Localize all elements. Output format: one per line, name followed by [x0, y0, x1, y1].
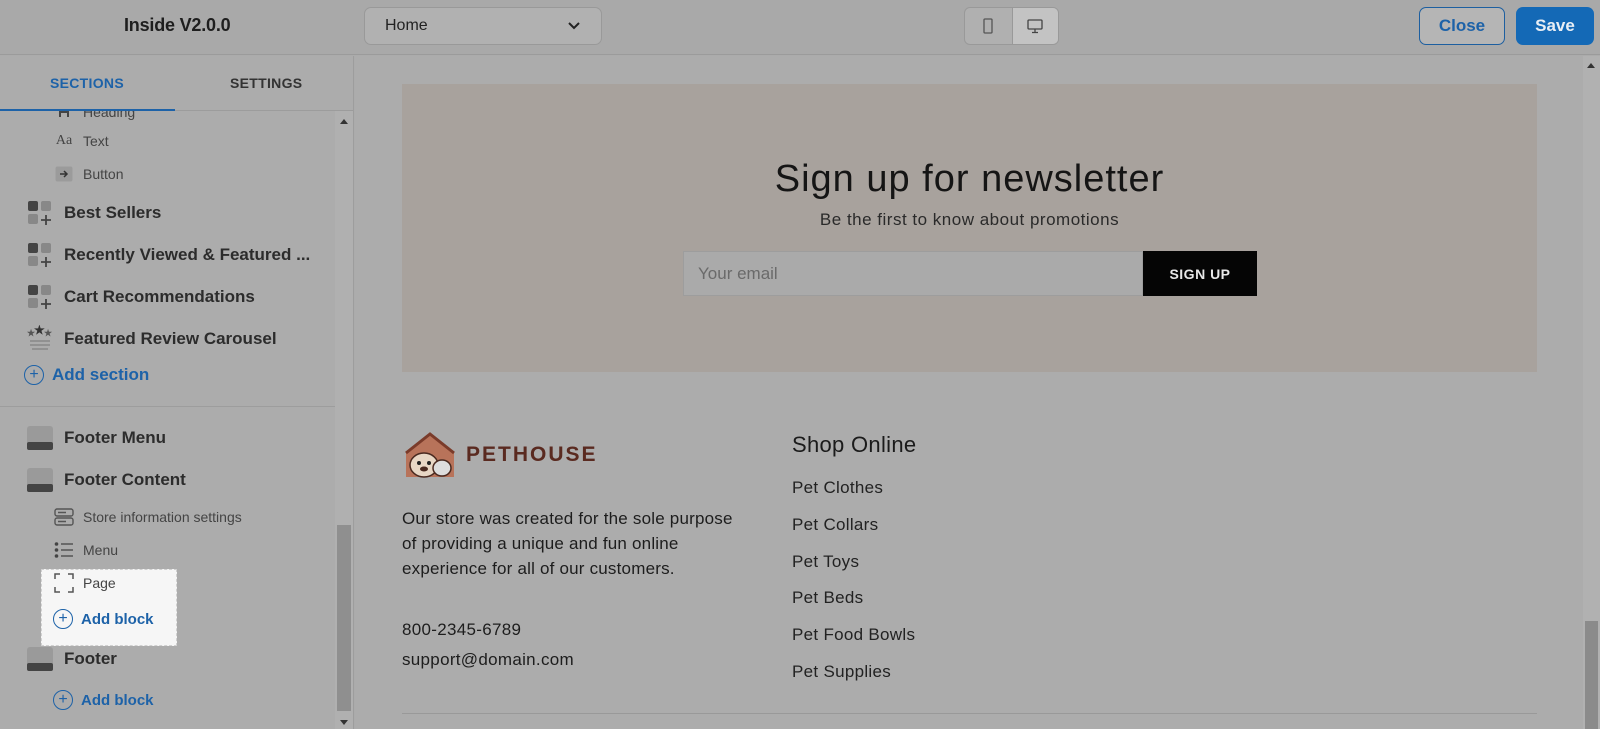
save-button[interactable]: Save — [1516, 7, 1594, 45]
signup-button[interactable]: SIGN UP — [1143, 251, 1257, 296]
mobile-view-button[interactable] — [965, 8, 1012, 44]
section-add-icon — [26, 283, 54, 311]
section-item-cart-recommendations[interactable]: Cart Recommendations — [26, 283, 255, 311]
footer-add-block-button[interactable]: + Add block — [53, 690, 154, 710]
section-item-label: Best Sellers — [64, 203, 162, 222]
desktop-icon — [1027, 18, 1043, 33]
heading-icon — [54, 111, 74, 122]
footer-link-pet-collars[interactable]: Pet Collars — [792, 515, 878, 535]
page-select[interactable]: Home — [364, 7, 602, 45]
svg-text:★: ★ — [44, 328, 53, 338]
section-item-label: Recently Viewed & Featured ... — [64, 245, 311, 264]
page-preview: Sign up for newsletter Be the first to k… — [355, 56, 1600, 729]
block-item-label: Text — [83, 133, 109, 149]
add-section-label: Add section — [52, 365, 150, 384]
footer-icon — [26, 645, 54, 673]
plus-circle-icon: + — [24, 365, 44, 385]
footer-link-pet-food-bowls[interactable]: Pet Food Bowls — [792, 625, 915, 645]
section-item-label: Featured Review Carousel — [64, 329, 277, 348]
add-block-label: Add block — [81, 610, 154, 628]
page-select-value: Home — [385, 17, 428, 34]
store-phone: 800-2345-6789 — [402, 620, 522, 639]
section-add-icon — [26, 241, 54, 269]
close-button[interactable]: Close — [1419, 7, 1505, 45]
page-icon — [54, 573, 74, 593]
footer-link-pet-toys[interactable]: Pet Toys — [792, 552, 859, 572]
chevron-down-icon — [568, 22, 580, 30]
block-item-store-information[interactable]: Store information settings — [54, 507, 242, 527]
menu-list-icon — [54, 540, 74, 560]
preview-scrollbar-thumb[interactable] — [1585, 621, 1598, 729]
section-item-label: Footer Menu — [64, 428, 166, 447]
scroll-up-arrow-icon[interactable] — [340, 119, 348, 124]
device-toggle — [964, 7, 1059, 45]
top-bar: Inside V2.0.0 Home Close Save — [0, 0, 1600, 55]
app-title: Inside V2.0.0 — [124, 15, 231, 35]
section-item-best-sellers[interactable]: Best Sellers — [26, 199, 161, 227]
scroll-up-arrow-icon[interactable] — [1587, 63, 1595, 68]
add-block-button[interactable]: + Add block — [53, 609, 154, 629]
block-item-heading[interactable]: Heading — [54, 111, 135, 122]
text-icon: Aa — [55, 133, 73, 148]
desktop-view-button[interactable] — [1011, 8, 1058, 44]
newsletter-title: Sign up for newsletter — [774, 158, 1165, 200]
footer-icon — [26, 424, 54, 452]
section-item-label: Cart Recommendations — [64, 287, 255, 306]
plus-circle-icon: + — [53, 690, 73, 710]
footer-link-pet-clothes[interactable]: Pet Clothes — [792, 478, 883, 498]
newsletter-subtitle: Be the first to know about promotions — [819, 210, 1120, 229]
plus-circle-icon: + — [53, 609, 73, 629]
add-section-button[interactable]: + Add section — [24, 365, 149, 385]
newsletter-email-input[interactable]: Your email — [683, 251, 1143, 296]
brand-logo[interactable]: PETHOUSE — [402, 431, 598, 479]
brand-name: PETHOUSE — [466, 443, 598, 466]
block-item-label: Page — [83, 575, 116, 591]
add-block-label: Add block — [81, 691, 154, 709]
block-item-label: Button — [83, 166, 124, 182]
section-item-recently-viewed[interactable]: Recently Viewed & Featured ... — [26, 241, 310, 269]
block-item-page[interactable]: Page — [54, 573, 116, 593]
section-item-footer-content[interactable]: Footer Content — [26, 466, 186, 494]
block-item-label: Menu — [83, 542, 119, 558]
scroll-down-arrow-icon[interactable] — [340, 720, 348, 725]
sidebar: SECTIONS SETTINGS Heading Aa Text Button… — [0, 56, 354, 729]
sidebar-tabs: SECTIONS SETTINGS — [0, 56, 353, 111]
pet-house-logo-icon — [405, 432, 455, 478]
shop-online-heading: Shop Online — [792, 432, 917, 457]
footer-divider — [402, 713, 1537, 714]
store-email: support@domain.com — [402, 650, 574, 669]
button-icon — [54, 164, 74, 184]
footer-link-pet-supplies[interactable]: Pet Supplies — [792, 662, 891, 682]
divider — [0, 406, 335, 407]
block-item-menu[interactable]: Menu — [54, 540, 118, 560]
tab-sections[interactable]: SECTIONS — [50, 75, 124, 91]
footer-link-pet-beds[interactable]: Pet Beds — [792, 588, 863, 608]
footer-icon — [26, 466, 54, 494]
block-item-label: Store information settings — [83, 509, 242, 525]
block-item-label: Heading — [83, 111, 136, 120]
section-item-footer[interactable]: Footer — [26, 645, 117, 673]
section-add-icon — [26, 199, 54, 227]
tab-settings[interactable]: SETTINGS — [230, 75, 302, 91]
section-item-featured-review-carousel[interactable]: ★ ★ ★ Featured Review Carousel — [26, 323, 277, 353]
store-about-text: Our store was created for the sole purpo… — [402, 509, 733, 578]
stars-icon: ★ ★ ★ — [26, 323, 54, 353]
section-item-label: Footer Content — [64, 470, 186, 489]
newsletter-section: Sign up for newsletter Be the first to k… — [402, 84, 1537, 372]
section-item-footer-menu[interactable]: Footer Menu — [26, 424, 166, 452]
store-info-icon — [54, 507, 74, 527]
sidebar-scrollbar-thumb[interactable] — [337, 525, 351, 711]
block-item-text[interactable]: Aa Text — [54, 131, 109, 151]
block-item-button[interactable]: Button — [54, 164, 123, 184]
mobile-icon — [983, 18, 993, 34]
section-item-label: Footer — [64, 649, 117, 668]
